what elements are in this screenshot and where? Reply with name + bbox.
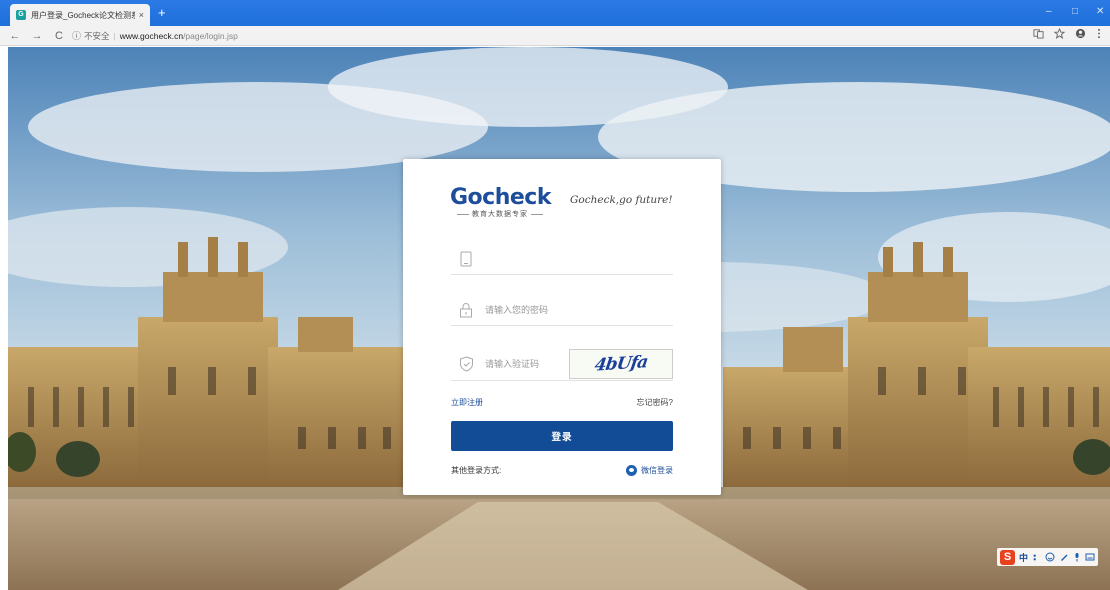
site-info-icon[interactable]: ⓘ xyxy=(72,29,81,42)
address-bar[interactable]: ⓘ 不安全 | www.gocheck.cn /page/login.jsp xyxy=(72,29,238,42)
phone-input[interactable] xyxy=(485,253,595,264)
browser-toolbar: ← → C ⓘ 不安全 | www.gocheck.cn /page/login… xyxy=(0,26,1110,46)
translate-icon[interactable] xyxy=(1033,28,1044,39)
wechat-login-link[interactable]: 微信登录 xyxy=(626,465,673,476)
address-separator: | xyxy=(113,30,116,41)
tab-title: 用户登录_Gocheck论文检测系统 xyxy=(31,10,135,20)
account-icon[interactable] xyxy=(1075,28,1086,39)
close-window-icon[interactable]: ✕ xyxy=(1096,6,1104,18)
phone-icon xyxy=(457,250,475,268)
emoji-icon[interactable] xyxy=(1045,552,1055,562)
shield-icon xyxy=(457,355,475,373)
back-icon[interactable]: ← xyxy=(8,30,22,42)
toolbar-right-icons xyxy=(1033,28,1102,39)
ime-toolbar: S 中 xyxy=(997,548,1099,566)
sogou-logo-icon[interactable]: S xyxy=(1000,549,1015,565)
password-field xyxy=(451,294,673,326)
phone-field xyxy=(451,243,673,275)
slogan: Gocheck,go future! xyxy=(570,194,673,206)
lock-icon xyxy=(457,301,475,319)
gocheck-logo: Gocheck xyxy=(450,185,551,210)
insecure-label: 不安全 xyxy=(84,30,110,41)
maximize-icon[interactable]: □ xyxy=(1072,6,1078,18)
page-viewport: Gocheck 教育大数据专家 Gocheck,go future! 4bUfa xyxy=(8,47,1110,590)
login-links: 立即注册 忘记密码? xyxy=(451,397,673,408)
wechat-icon xyxy=(626,465,637,476)
forward-icon[interactable]: → xyxy=(30,30,44,42)
login-button[interactable]: 登录 xyxy=(451,421,673,451)
pen-icon[interactable] xyxy=(1059,552,1069,562)
minimize-icon[interactable]: – xyxy=(1046,6,1052,18)
logo-subtitle: 教育大数据专家 xyxy=(450,209,550,219)
other-login-row: 其他登录方式: 微信登录 xyxy=(451,465,673,476)
new-tab-button[interactable]: + xyxy=(158,6,166,20)
browser-tab[interactable]: G 用户登录_Gocheck论文检测系统 × xyxy=(10,4,150,26)
star-icon[interactable] xyxy=(1054,28,1065,39)
address-path: /page/login.jsp xyxy=(183,30,238,41)
tab-close-icon[interactable]: × xyxy=(139,10,144,20)
login-card: Gocheck 教育大数据专家 Gocheck,go future! 4bUfa xyxy=(403,159,721,495)
register-link[interactable]: 立即注册 xyxy=(451,397,483,408)
keyboard-icon[interactable] xyxy=(1085,552,1095,562)
site-favicon-icon: G xyxy=(16,10,26,20)
password-input[interactable] xyxy=(485,304,595,315)
captcha-field: 4bUfa xyxy=(451,347,673,381)
captcha-code: 4bUfa xyxy=(593,352,649,376)
browser-tab-bar: G 用户登录_Gocheck论文检测系统 × + – □ ✕ xyxy=(0,0,1110,26)
other-login-label: 其他登录方式: xyxy=(451,466,502,475)
address-host: www.gocheck.cn xyxy=(119,30,184,41)
brand-header: Gocheck 教育大数据专家 Gocheck,go future! xyxy=(450,185,680,225)
wechat-login-label: 微信登录 xyxy=(641,466,673,475)
reload-icon[interactable]: C xyxy=(52,30,66,42)
forgot-password-link[interactable]: 忘记密码? xyxy=(637,397,673,408)
punctuation-icon[interactable] xyxy=(1032,553,1041,562)
captcha-image[interactable]: 4bUfa xyxy=(569,349,673,379)
menu-icon[interactable] xyxy=(1096,28,1102,39)
mic-icon[interactable] xyxy=(1073,552,1081,562)
ime-mode-toggle[interactable]: 中 xyxy=(1019,551,1028,564)
